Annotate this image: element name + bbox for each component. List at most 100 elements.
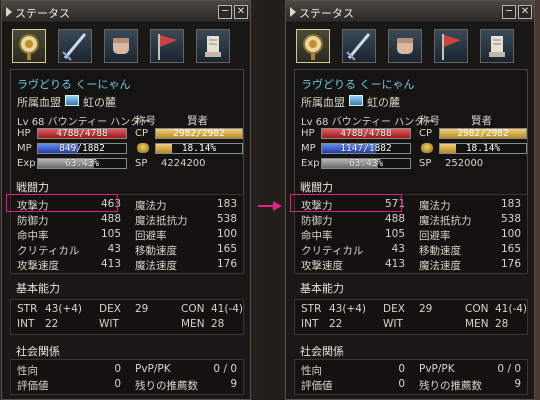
basic-stat-value: 29 (419, 303, 433, 315)
basic-heading: 基本能力 (16, 282, 60, 295)
mp-text: 849/1882 (59, 143, 105, 154)
social-heading: 社会関係 (16, 345, 60, 358)
basic-heading: 基本能力 (300, 282, 344, 295)
skill-tab-icon[interactable] (58, 29, 92, 63)
action-tab-icon[interactable] (104, 29, 138, 63)
social-row: 評価値 0 残りの推薦数 9 (11, 378, 243, 392)
quest-tab-icon[interactable] (196, 29, 230, 63)
combat-heading: 戦闘力 (16, 181, 49, 194)
hp-label: HP (17, 128, 31, 139)
title-value: 賢者 (187, 115, 208, 127)
combat-stat-label: 移動速度 (419, 245, 461, 257)
combat-stat-value: 488 (384, 213, 405, 225)
combat-stat-label: クリティカル (301, 245, 364, 257)
skill-tab-icon[interactable] (342, 29, 376, 63)
basic-stat-label: INT (17, 318, 35, 330)
minimize-button[interactable]: ─ (218, 5, 232, 19)
sp-label: SP (135, 158, 148, 169)
exp-text: 63.43% (64, 158, 100, 169)
social-value: 0 (398, 378, 405, 390)
social-label: PvP/PK (135, 363, 171, 375)
combat-stat-label: 魔法速度 (135, 260, 177, 272)
title-bar[interactable]: ステータス ─ ✕ (286, 1, 534, 23)
mp-label: MP (17, 143, 32, 154)
cp-bar: 2982/2982 (439, 128, 527, 139)
window-marker-icon (290, 7, 296, 17)
tab-bar (296, 29, 526, 65)
combat-stat-value: 176 (500, 258, 521, 270)
level-label: Lv (301, 117, 313, 128)
level-line: Lv 68 バウンティー ハンター (301, 113, 434, 128)
combat-stat-value: 413 (384, 258, 405, 270)
basic-stat-value: 29 (135, 303, 149, 315)
clan-crest-icon (349, 95, 363, 106)
weight-icon (137, 143, 149, 153)
combat-stat-label: 攻撃速度 (17, 260, 59, 272)
title-bar[interactable]: ステータス ─ ✕ (2, 1, 250, 23)
social-value: 0 / 0 (497, 363, 521, 375)
combat-stat-value: 165 (500, 243, 521, 255)
basic-row: STR 43(+4) DEX 29 CON 41(-4) (295, 303, 527, 317)
basic-stat-label: DEX (99, 303, 121, 315)
mp-text: 1147/1882 (340, 143, 392, 154)
close-button[interactable]: ✕ (234, 5, 248, 19)
combat-stat-label: 攻撃速度 (301, 260, 343, 272)
exp-text: 63.43% (348, 158, 384, 169)
minimize-button[interactable]: ─ (502, 5, 516, 19)
combat-stat-value: 413 (100, 258, 121, 270)
social-row: 性向 0 PvP/PK 0 / 0 (295, 363, 527, 377)
weight-icon (421, 143, 433, 153)
character-name: ラヴどりる くーにゃん (301, 78, 415, 91)
level-value: 68 (31, 117, 45, 128)
hp-text: 4788/4788 (56, 128, 108, 139)
attack-highlight-box (6, 194, 118, 212)
combat-row: クリティカル 43 移動速度 165 (295, 243, 527, 257)
basic-row: INT 22 WIT MEN 28 (295, 318, 527, 332)
action-tab-icon[interactable] (388, 29, 422, 63)
basic-stat-label: WIT (383, 318, 403, 330)
social-label: 性向 (17, 365, 38, 377)
combat-stat-label: 命中率 (301, 230, 333, 242)
cp-text: 2982/2982 (173, 128, 225, 139)
social-value: 9 (230, 378, 237, 390)
basic-stat-label: DEX (383, 303, 405, 315)
combat-stat-label: 魔法速度 (419, 260, 461, 272)
weight-bar: 18.14% (155, 143, 243, 154)
mp-label: MP (301, 143, 316, 154)
basic-stat-label: INT (301, 318, 319, 330)
clan-name: 虹の麓 (367, 96, 400, 109)
level-value: 68 (315, 117, 329, 128)
window-title: ステータス (15, 7, 70, 20)
clan-tab-icon[interactable] (150, 29, 184, 63)
weight-bar: 18.14% (439, 143, 527, 154)
combat-stat-value: 183 (216, 198, 237, 210)
tab-bar (12, 29, 242, 65)
close-button[interactable]: ✕ (518, 5, 532, 19)
basic-stat-value: 41(-4) (495, 303, 528, 315)
social-heading: 社会関係 (300, 345, 344, 358)
combat-stat-label: 防御力 (301, 215, 333, 227)
basic-stats: STR 43(+4) DEX 29 CON 41(-4) INT 22 WIT MEN 28 (294, 299, 528, 335)
basic-stat-label: STR (301, 303, 322, 315)
social-value: 0 / 0 (213, 363, 237, 375)
combat-stat-value: 100 (500, 228, 521, 240)
combat-row: クリティカル 43 移動速度 165 (11, 243, 243, 257)
combat-stat-label: 魔法抵抗力 (419, 215, 472, 227)
clan-name: 虹の麓 (83, 96, 116, 109)
clan-label: 所属血盟 (301, 96, 345, 109)
clan-tab-icon[interactable] (434, 29, 468, 63)
clan-crest-icon (65, 95, 79, 106)
combat-row: 防御力 488 魔法抵抗力 538 (11, 213, 243, 227)
quest-tab-icon[interactable] (480, 29, 514, 63)
combat-stat-label: 魔法力 (419, 200, 451, 212)
status-tab-icon[interactable] (12, 29, 46, 63)
combat-stat-label: 回避率 (135, 230, 167, 242)
combat-stat-value: 43 (107, 243, 121, 255)
cp-bar: 2982/2982 (155, 128, 243, 139)
combat-stat-label: 命中率 (17, 230, 49, 242)
status-tab-icon[interactable] (296, 29, 330, 63)
exp-bar: 63.43% (321, 158, 411, 169)
social-label: 残りの推薦数 (135, 380, 198, 392)
title-label: 称号 (419, 115, 440, 127)
title-value: 賢者 (471, 115, 492, 127)
